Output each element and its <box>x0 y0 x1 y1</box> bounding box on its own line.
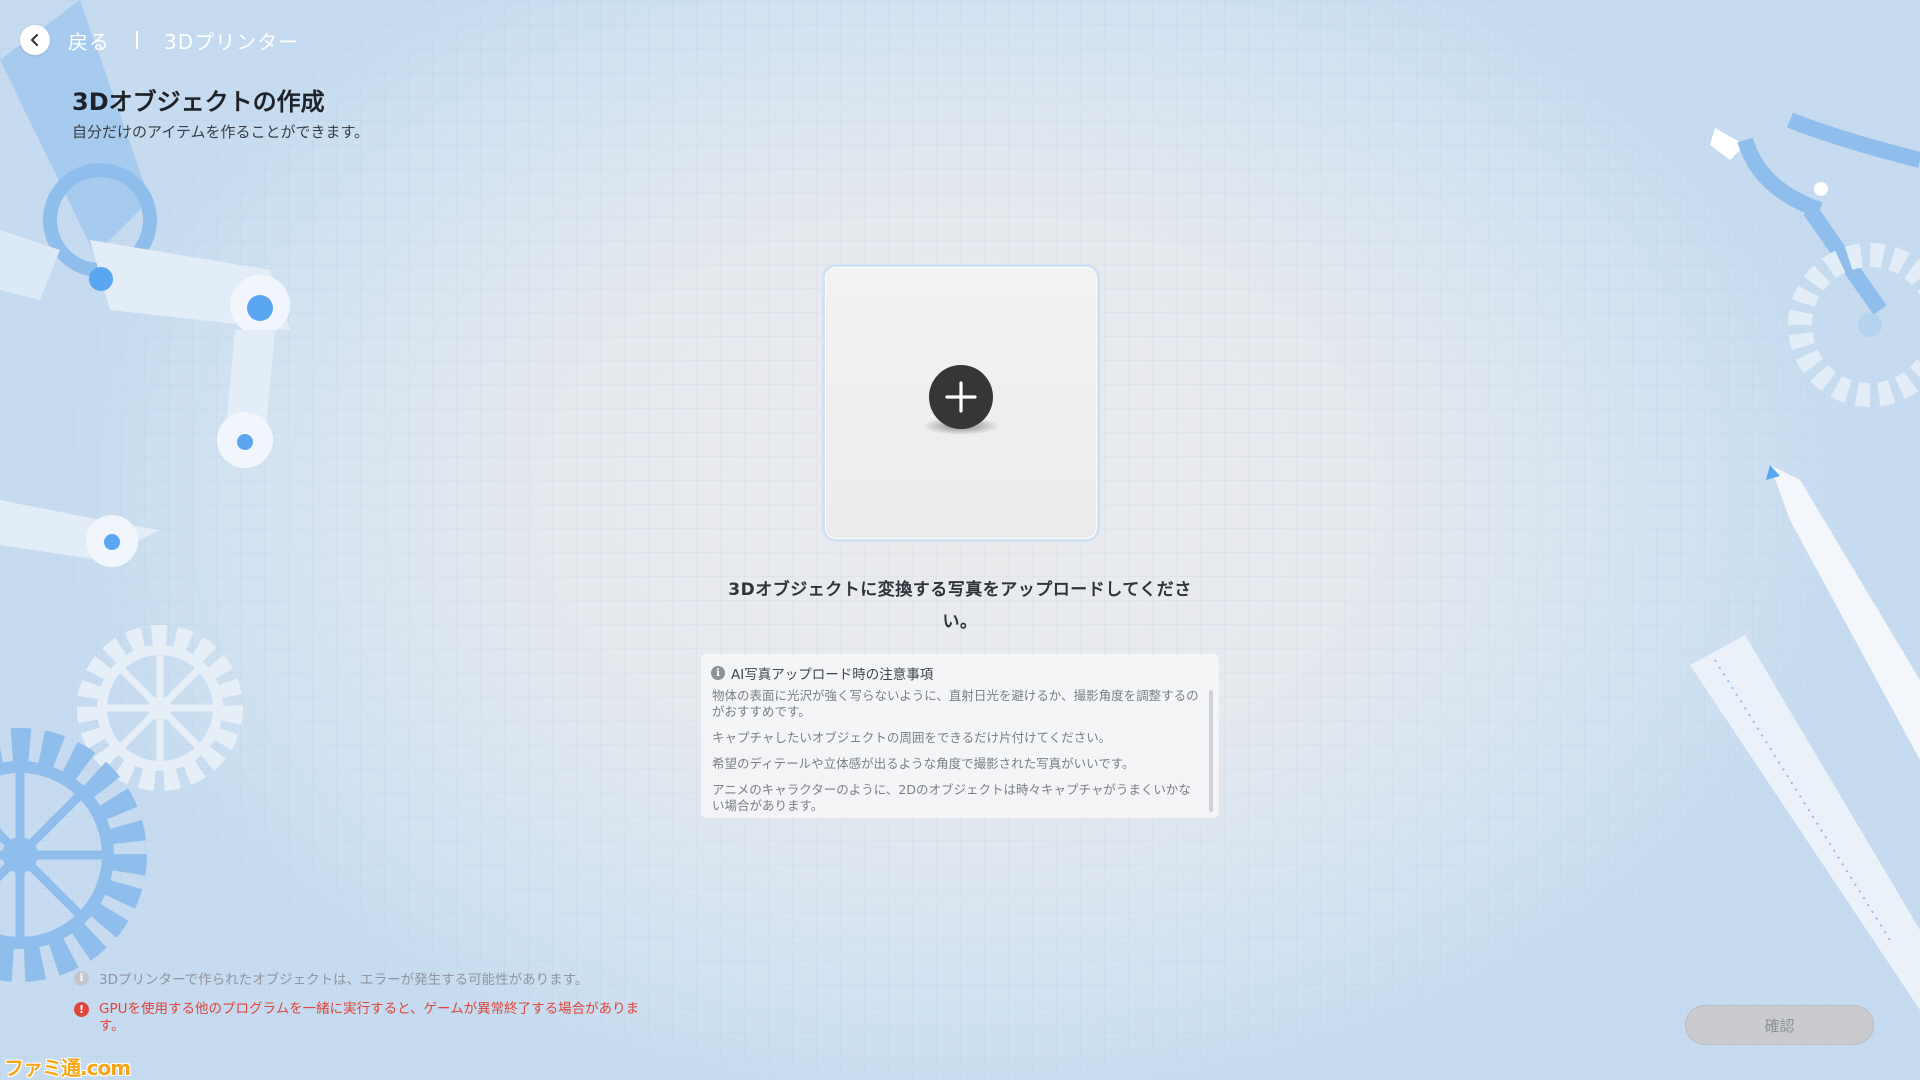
warning-notice: ! GPUを使用する他のプログラムを一緒に実行すると、ゲームが異常終了する場合が… <box>74 1001 659 1035</box>
upload-button[interactable] <box>922 365 1000 441</box>
confirm-button[interactable]: 確認 <box>1685 1005 1874 1045</box>
upload-notes-panel[interactable]: i AI写真アップロード時の注意事項 物体の表面に光沢が強く写らないように、直射… <box>701 654 1219 818</box>
photo-upload-dropzone[interactable] <box>822 264 1100 542</box>
breadcrumb: 3Dプリンター <box>164 29 300 54</box>
info-notice-text: 3Dプリンターで作られたオブジェクトは、エラーが発生する可能性があります。 <box>99 972 589 988</box>
note-item: 希望のディテールや立体感が出るような角度で撮影された写真がいいです。 <box>712 756 1135 771</box>
info-icon: i <box>711 666 725 680</box>
note-item: 物体の表面に光沢が強く写らないように、直射日光を避けるか、撮影角度を調整するのが… <box>712 688 1199 719</box>
note-item: キャプチャしたいオブジェクトの周囲をできるだけ片付けてください。 <box>712 730 1112 745</box>
pencil-ruler-illustration <box>1690 465 1920 1010</box>
notes-list: 物体の表面に光沢が強く写らないように、直射日光を避けるか、撮影角度を調整するのが… <box>711 688 1201 814</box>
breadcrumb-divider <box>136 31 138 49</box>
upload-instruction: 3Dオブジェクトに変換する写真をアップロードしてください。 <box>728 580 1192 632</box>
page-subtitle: 自分だけのアイテムを作ることができます。 <box>72 123 370 141</box>
notes-scrollbar[interactable] <box>1209 690 1213 812</box>
plus-circle-icon <box>929 365 993 429</box>
warning-notice-text: GPUを使用する他のプログラムを一緒に実行すると、ゲームが異常終了する場合があり… <box>99 1001 640 1034</box>
chevron-left-icon <box>31 34 38 46</box>
alert-icon: ! <box>74 1002 89 1017</box>
page-title: 3Dオブジェクトの作成 <box>72 88 325 116</box>
notes-header: i AI写真アップロード時の注意事項 <box>711 664 1201 683</box>
top-bar: 戻る 3Dプリンター <box>20 22 299 58</box>
back-link[interactable]: 戻る <box>68 26 110 55</box>
back-button[interactable] <box>20 25 50 55</box>
notes-title: AI写真アップロード時の注意事項 <box>731 667 934 683</box>
info-notice: i 3Dプリンターで作られたオブジェクトは、エラーが発生する可能性があります。 <box>74 968 588 988</box>
watermark-logo: ファミ通.com <box>4 1056 131 1080</box>
pliers-illustration <box>1710 112 1920 407</box>
info-icon: i <box>74 970 89 986</box>
note-item: アニメのキャラクターのように、2Dのオブジェクトは時々キャプチャがうまくいかない… <box>712 782 1191 813</box>
gear-illustration <box>0 625 243 982</box>
